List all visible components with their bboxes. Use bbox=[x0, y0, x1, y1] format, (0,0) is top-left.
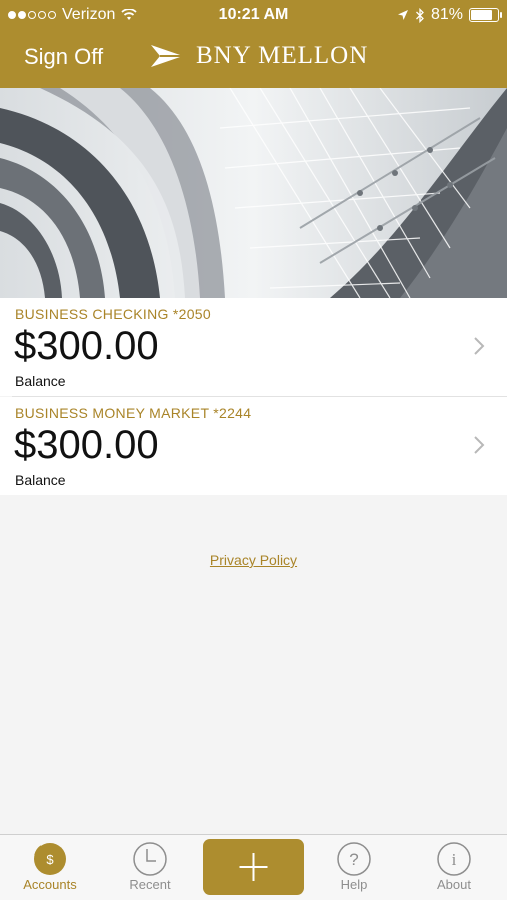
battery-fill bbox=[471, 10, 493, 20]
tab-label: Help bbox=[340, 877, 368, 892]
status-right: 81% bbox=[397, 0, 502, 30]
balance-label: Balance bbox=[15, 472, 66, 488]
chevron-right-icon bbox=[474, 337, 485, 355]
dollar-icon: $ bbox=[34, 843, 66, 875]
tab-help[interactable]: ? Help bbox=[304, 835, 404, 900]
architecture-photo bbox=[0, 88, 507, 298]
tab-recent[interactable]: Recent bbox=[100, 835, 200, 900]
svg-text:$: $ bbox=[46, 852, 54, 867]
tab-label: Accounts bbox=[23, 877, 77, 892]
tab-bar: $ Accounts Recent ? Help i About bbox=[0, 834, 507, 900]
app-header: Verizon 10:21 AM 81% Sign Off BNY MELLON bbox=[0, 0, 507, 88]
privacy-policy-link[interactable]: Privacy Policy bbox=[0, 552, 507, 568]
account-name: BUSINESS MONEY MARKET *2244 bbox=[15, 405, 252, 421]
tab-accounts[interactable]: $ Accounts bbox=[0, 835, 100, 900]
status-bar: Verizon 10:21 AM 81% bbox=[0, 0, 507, 30]
account-name: BUSINESS CHECKING *2050 bbox=[15, 306, 211, 322]
info-icon: i bbox=[437, 842, 471, 876]
help-icon: ? bbox=[337, 842, 371, 876]
chevron-right-icon bbox=[474, 436, 485, 454]
brand-logo: BNY MELLON bbox=[150, 42, 368, 70]
nav-bar: Sign Off BNY MELLON bbox=[0, 30, 507, 88]
account-row-checking[interactable]: BUSINESS CHECKING *2050 $300.00 Balance bbox=[0, 298, 507, 396]
tab-label: Recent bbox=[129, 877, 171, 892]
bluetooth-icon bbox=[416, 7, 424, 23]
svg-text:?: ? bbox=[349, 850, 358, 869]
account-row-money-market[interactable]: BUSINESS MONEY MARKET *2244 $300.00 Bala… bbox=[0, 397, 507, 495]
battery-icon bbox=[469, 8, 502, 22]
sign-off-button[interactable]: Sign Off bbox=[24, 44, 103, 70]
battery-percent: 81% bbox=[430, 6, 463, 23]
svg-text:i: i bbox=[452, 850, 457, 869]
add-button[interactable] bbox=[203, 839, 304, 895]
balance-label: Balance bbox=[15, 373, 66, 389]
account-balance: $300.00 bbox=[14, 423, 159, 467]
tab-label: About bbox=[437, 877, 471, 892]
clock-icon bbox=[133, 842, 167, 876]
bny-mellon-logo-icon bbox=[151, 45, 183, 67]
hero-image bbox=[0, 88, 507, 298]
tab-about[interactable]: i About bbox=[404, 835, 504, 900]
brand-name: BNY MELLON bbox=[196, 42, 369, 69]
location-arrow-icon bbox=[397, 10, 408, 20]
account-balance: $300.00 bbox=[14, 324, 159, 368]
plus-icon bbox=[239, 853, 268, 881]
